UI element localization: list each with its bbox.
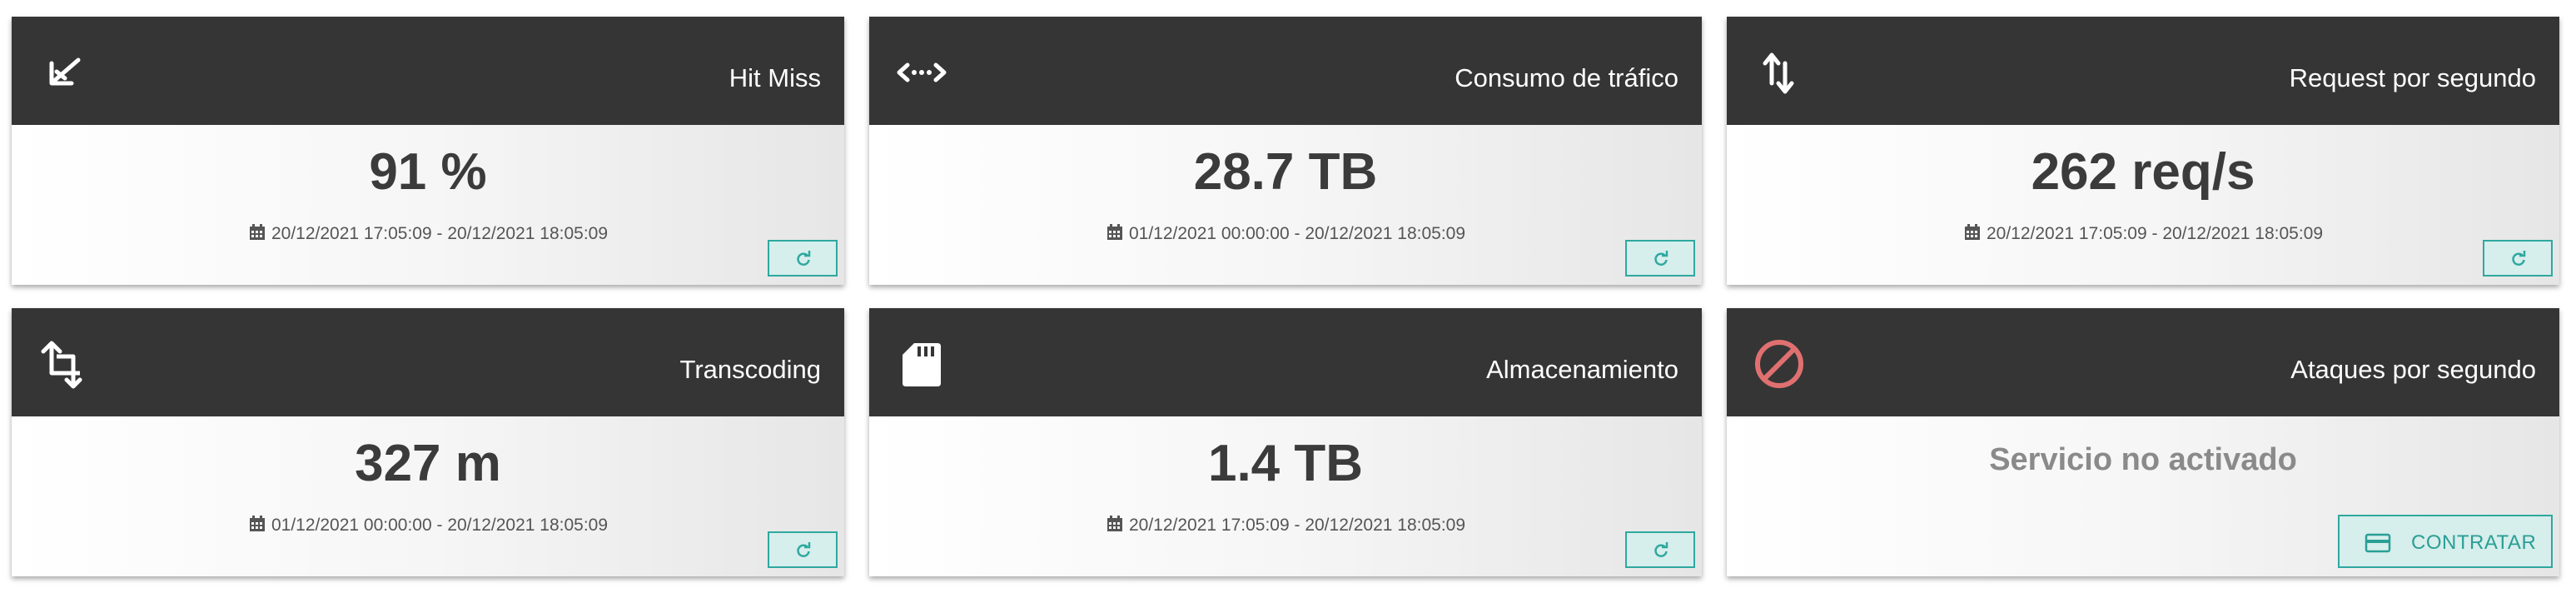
card-body: 327 m 01/12/2021 00:00:00 - 20/12/2021 1… (12, 416, 844, 576)
ban-icon (1752, 336, 1807, 391)
refresh-icon (2512, 251, 2526, 266)
card-title: Transcoding (679, 355, 821, 384)
card-header: Transcoding (12, 308, 844, 416)
refresh-icon (1654, 542, 1668, 557)
card-value: 327 m (355, 435, 501, 492)
card-value: 91 % (369, 143, 487, 201)
date-range-text: 20/12/2021 17:05:09 - 20/12/2021 18:05:0… (1986, 224, 2324, 243)
date-range-text: 01/12/2021 00:00:00 - 20/12/2021 18:05:0… (271, 516, 609, 535)
card-request-por-segundo: Request por segundo 262 req/s 20/12/2021… (1727, 17, 2559, 285)
card-title: Almacenamiento (1486, 355, 1678, 384)
refresh-icon (797, 542, 811, 557)
card-hit-miss: Hit Miss 91 % 20/12/2021 17:05:09 - 20/1… (12, 17, 844, 285)
service-status: Servicio no activado (1989, 442, 2297, 477)
date-range: 20/12/2021 17:05:09 - 20/12/2021 18:05:0… (869, 515, 1702, 536)
up-down-arrows-icon (1752, 45, 1807, 100)
card-almacenamiento: Almacenamiento 1.4 TB 20/12/2021 17:05:0… (869, 308, 1702, 576)
refresh-button[interactable] (768, 240, 838, 277)
crop-icon (37, 336, 92, 391)
card-header: Ataques por segundo (1727, 308, 2559, 416)
date-range: 01/12/2021 00:00:00 - 20/12/2021 18:05:0… (12, 515, 844, 536)
refresh-icon (797, 251, 811, 266)
card-title: Hit Miss (729, 63, 821, 92)
refresh-button[interactable] (1625, 240, 1695, 277)
card-header: Almacenamiento (869, 308, 1702, 416)
card-title: Consumo de tráfico (1455, 63, 1678, 92)
date-range-text: 20/12/2021 17:05:09 - 20/12/2021 18:05:0… (1128, 516, 1466, 535)
card-value: 262 req/s (2031, 143, 2255, 201)
calendar-icon (248, 223, 266, 242)
refresh-button[interactable] (1625, 531, 1695, 568)
card-body: 262 req/s 20/12/2021 17:05:09 - 20/12/20… (1727, 125, 2559, 285)
calendar-icon (1963, 223, 1982, 242)
card-body: 91 % 20/12/2021 17:05:09 - 20/12/2021 18… (12, 125, 844, 285)
card-value: 28.7 TB (1193, 143, 1378, 201)
sd-card-icon (894, 336, 949, 391)
refresh-button[interactable] (768, 531, 838, 568)
contratar-button[interactable]: CONTRATAR (2338, 515, 2553, 568)
date-range: 20/12/2021 17:05:09 - 20/12/2021 18:05:0… (12, 223, 844, 245)
date-range-text: 20/12/2021 17:05:09 - 20/12/2021 18:05:0… (271, 224, 609, 243)
date-range: 01/12/2021 00:00:00 - 20/12/2021 18:05:0… (869, 223, 1702, 245)
date-range: 20/12/2021 17:05:09 - 20/12/2021 18:05:0… (1727, 223, 2559, 245)
calendar-icon (1106, 223, 1124, 242)
card-body: Servicio no activado CONTRATAR (1727, 416, 2559, 576)
card-title: Ataques por segundo (2290, 355, 2536, 384)
card-header: Consumo de tráfico (869, 17, 1702, 125)
contratar-label: CONTRATAR (2411, 531, 2537, 554)
card-ataques-por-segundo: Ataques por segundo Servicio no activado… (1727, 308, 2559, 576)
refresh-icon (1654, 251, 1668, 266)
card-value: 1.4 TB (1207, 435, 1364, 492)
card-transcoding: Transcoding 327 m 01/12/2021 00:00:00 - … (12, 308, 844, 576)
code-arrows-icon (894, 45, 949, 100)
dashboard-grid: Hit Miss 91 % 20/12/2021 17:05:09 - 20/1… (0, 0, 2576, 593)
credit-card-icon (2365, 533, 2391, 553)
card-consumo-trafico: Consumo de tráfico 28.7 TB 01/12/2021 00… (869, 17, 1702, 285)
card-body: 1.4 TB 20/12/2021 17:05:09 - 20/12/2021 … (869, 416, 1702, 576)
card-header: Hit Miss (12, 17, 844, 125)
date-range-text: 01/12/2021 00:00:00 - 20/12/2021 18:05:0… (1128, 224, 1466, 243)
check-arrow-icon (37, 45, 92, 100)
card-header: Request por segundo (1727, 17, 2559, 125)
card-body: 28.7 TB 01/12/2021 00:00:00 - 20/12/2021… (869, 125, 1702, 285)
calendar-icon (1106, 515, 1124, 533)
card-title: Request por segundo (2289, 63, 2536, 92)
refresh-button[interactable] (2483, 240, 2553, 277)
calendar-icon (248, 515, 266, 533)
